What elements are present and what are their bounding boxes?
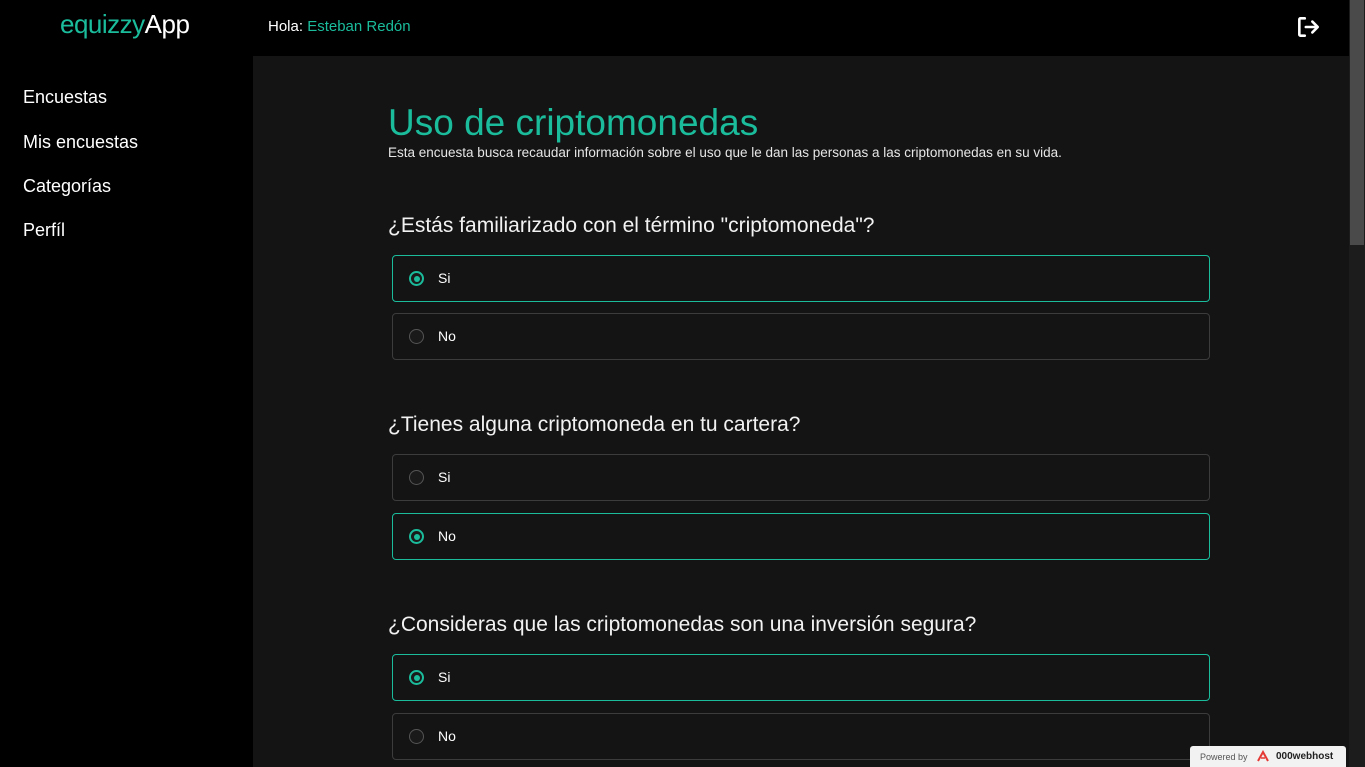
page-scrollbar[interactable] xyxy=(1349,0,1365,767)
greeting-label: Hola: xyxy=(268,18,304,35)
option-label: Si xyxy=(438,669,451,685)
question-2: ¿Tienes alguna criptomoneda en tu carter… xyxy=(388,413,801,436)
survey-content: Uso de criptomonedas Esta encuesta busca… xyxy=(253,56,1349,767)
radio-checked-icon[interactable] xyxy=(409,670,424,685)
option-label: Si xyxy=(438,469,451,485)
radio-unchecked-icon[interactable] xyxy=(409,470,424,485)
logo-part-1: equizzy xyxy=(60,9,145,39)
sidebar-item-mis-encuestas[interactable]: Mis encuestas xyxy=(23,132,138,153)
option-label: No xyxy=(438,728,456,744)
q2-option-no[interactable]: No xyxy=(392,513,1210,560)
sidebar-item-encuestas[interactable]: Encuestas xyxy=(23,87,107,108)
app-logo[interactable]: equizzyApp xyxy=(60,9,190,40)
survey-description: Esta encuesta busca recaudar información… xyxy=(388,145,1062,160)
q3-option-si[interactable]: Si xyxy=(392,654,1210,701)
user-greeting: Hola: Esteban Redón xyxy=(268,18,411,35)
question-3: ¿Consideras que las criptomonedas son un… xyxy=(388,613,977,636)
q1-option-no[interactable]: No xyxy=(392,313,1210,360)
radio-unchecked-icon[interactable] xyxy=(409,329,424,344)
question-1: ¿Estás familiarizado con el término "cri… xyxy=(388,214,875,237)
radio-unchecked-icon[interactable] xyxy=(409,729,424,744)
top-bar: equizzyApp Hola: Esteban Redón xyxy=(0,0,1349,56)
powered-by-label: Powered by xyxy=(1200,752,1248,762)
sidebar: Encuestas Mis encuestas Categorías Perfí… xyxy=(0,56,253,767)
q2-option-si[interactable]: Si xyxy=(392,454,1210,501)
q1-option-si[interactable]: Si xyxy=(392,255,1210,302)
radio-checked-icon[interactable] xyxy=(409,271,424,286)
hosting-badge[interactable]: Powered by 000webhost xyxy=(1190,746,1346,767)
webhost-name: 000webhost xyxy=(1276,751,1334,762)
sidebar-item-categorias[interactable]: Categorías xyxy=(23,176,111,197)
option-label: No xyxy=(438,528,456,544)
sidebar-item-perfil[interactable]: Perfíl xyxy=(23,220,65,241)
logout-icon[interactable] xyxy=(1295,14,1321,40)
survey-title: Uso de criptomonedas xyxy=(388,102,759,143)
logo-part-2: App xyxy=(144,9,190,39)
option-label: Si xyxy=(438,270,451,286)
option-label: No xyxy=(438,328,456,344)
webhost-logo-icon xyxy=(1256,749,1270,763)
q3-option-no[interactable]: No xyxy=(392,713,1210,760)
user-name: Esteban Redón xyxy=(307,18,411,35)
radio-checked-icon[interactable] xyxy=(409,529,424,544)
scrollbar-thumb[interactable] xyxy=(1350,0,1364,245)
